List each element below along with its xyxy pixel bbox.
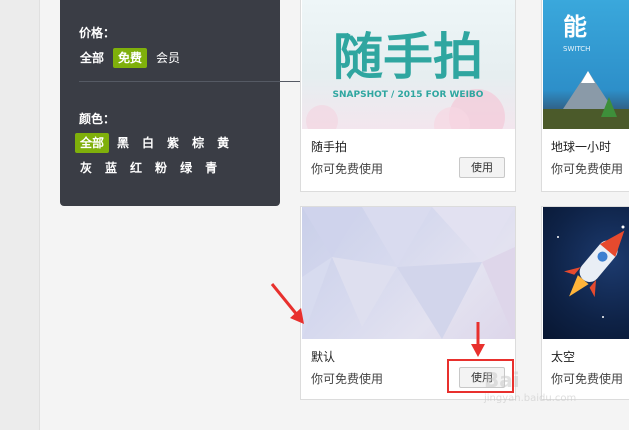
rocket-icon — [564, 230, 625, 298]
annotation-arrow-icon — [471, 322, 485, 357]
skin-name: 默认 — [311, 350, 336, 364]
color-option-purple[interactable]: 紫 — [162, 133, 184, 153]
color-options-row-2: 灰 蓝 红 粉 绿 青 — [75, 158, 225, 178]
color-option-white[interactable]: 白 — [137, 133, 159, 153]
skin-price-note: 你可免费使用 — [551, 372, 624, 386]
skin-card-earth-hour[interactable]: 能 SWITCH 地球一小时 你可免费使用 — [541, 0, 629, 192]
filter-divider — [79, 81, 319, 82]
skin-thumbnail[interactable] — [543, 207, 629, 339]
color-option-brown[interactable]: 棕 — [187, 133, 209, 153]
price-option-free[interactable]: 免费 — [113, 48, 148, 68]
price-option-all[interactable]: 全部 — [75, 48, 109, 68]
color-option-pink[interactable]: 粉 — [150, 158, 172, 178]
filter-panel: 价格： 全部 免费 会员 颜色： 全部 黑 白 紫 棕 黄 灰 蓝 红 粉 绿 … — [60, 0, 319, 206]
color-option-red[interactable]: 红 — [125, 158, 147, 178]
use-button[interactable]: 使用 — [459, 157, 505, 178]
color-options-row-1: 全部 黑 白 紫 棕 黄 — [75, 133, 237, 153]
price-options: 全部 免费 会员 — [75, 48, 189, 68]
suishoupai-art-subtitle: SNAPSHOT / 2015 FOR WEIBO — [333, 90, 484, 100]
color-filter-title: 颜色： — [79, 112, 116, 126]
price-filter-title: 价格： — [79, 26, 116, 40]
skin-name: 地球一小时 — [551, 140, 612, 154]
price-option-member[interactable]: 会员 — [151, 48, 185, 68]
watermark-text: Bai — [484, 368, 520, 392]
skin-price-note: 你可免费使用 — [551, 162, 624, 176]
skin-thumbnail[interactable] — [302, 207, 515, 339]
suishoupai-art-title: 随手拍 — [333, 28, 483, 86]
skin-thumbnail[interactable]: 随手拍 SNAPSHOT / 2015 FOR WEIBO — [302, 0, 515, 129]
annotation-arrow-icon — [270, 283, 304, 324]
space-artwork — [557, 225, 625, 318]
color-option-yellow[interactable]: 黄 — [212, 133, 234, 153]
color-option-all[interactable]: 全部 — [75, 133, 110, 153]
default-artwork — [302, 207, 515, 339]
skin-price-note: 你可免费使用 — [311, 372, 384, 386]
color-option-blue[interactable]: 蓝 — [100, 158, 122, 178]
skin-card-space[interactable]: 太空 你可免费使用 — [541, 206, 629, 400]
color-option-green[interactable]: 绿 — [175, 158, 197, 178]
watermark-url: jingyan.baidu.com — [484, 393, 577, 404]
color-option-black[interactable]: 黑 — [112, 133, 134, 153]
color-option-gray[interactable]: 灰 — [75, 158, 97, 178]
skin-card-suishoupai[interactable]: 随手拍 SNAPSHOT / 2015 FOR WEIBO 随手拍 你可免费使用… — [300, 0, 516, 192]
color-option-cyan[interactable]: 青 — [200, 158, 222, 178]
skin-name: 太空 — [551, 350, 576, 364]
skin-price-note: 你可免费使用 — [311, 162, 384, 176]
skin-name: 随手拍 — [311, 140, 348, 154]
suishoupai-artwork: 随手拍 SNAPSHOT / 2015 FOR WEIBO — [306, 28, 505, 129]
left-gutter — [0, 0, 40, 430]
earth-hour-art-subtitle: SWITCH — [563, 45, 590, 53]
earth-hour-art-title: 能 — [563, 13, 587, 41]
skin-thumbnail[interactable]: 能 SWITCH — [543, 0, 629, 129]
earth-hour-artwork: 能 SWITCH — [543, 13, 629, 129]
